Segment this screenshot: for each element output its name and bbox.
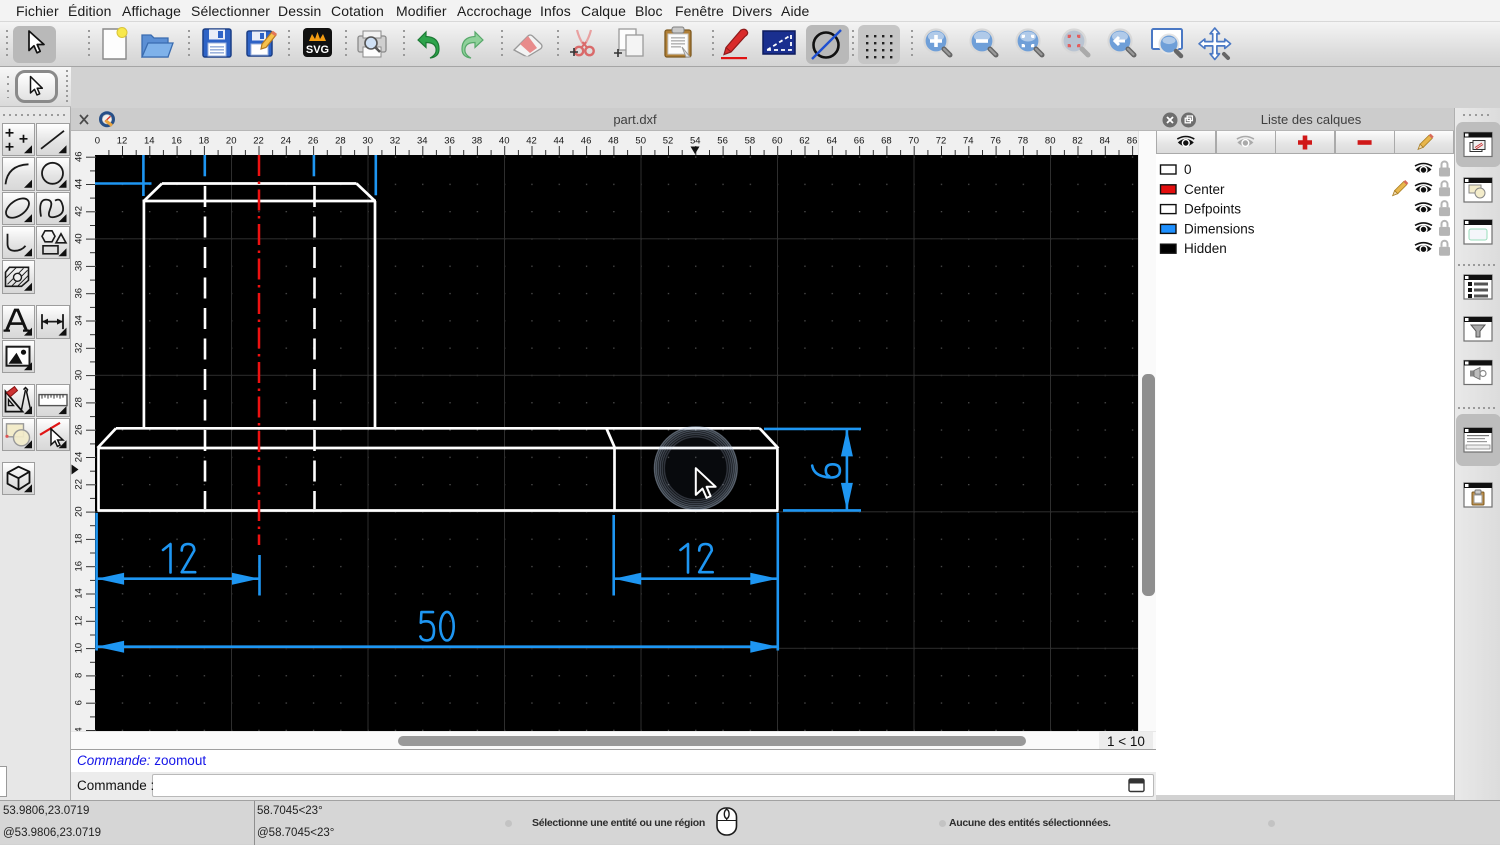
svg-text:36: 36 — [74, 288, 85, 299]
svg-text:62: 62 — [799, 136, 810, 147]
svg-text:32: 32 — [74, 343, 85, 354]
svg-text:48: 48 — [608, 136, 619, 147]
svg-text:50: 50 — [635, 136, 646, 147]
svg-text:12: 12 — [74, 616, 85, 627]
svg-text:46: 46 — [581, 136, 592, 147]
svg-text:64: 64 — [827, 136, 838, 147]
svg-text:42: 42 — [526, 136, 537, 147]
svg-text:Hidden: Hidden — [1184, 241, 1227, 256]
svg-text:82: 82 — [1072, 136, 1083, 147]
svg-text:56: 56 — [717, 136, 728, 147]
svg-text:58: 58 — [745, 136, 756, 147]
svg-text:26: 26 — [74, 424, 85, 435]
svg-text:24: 24 — [74, 452, 85, 463]
svg-text:30: 30 — [362, 136, 373, 147]
svg-text:44: 44 — [554, 136, 565, 147]
svg-text:40: 40 — [499, 136, 510, 147]
svg-text:46: 46 — [74, 151, 85, 162]
svg-text:6: 6 — [74, 700, 85, 705]
svg-text:14: 14 — [74, 588, 85, 599]
svg-text:68: 68 — [881, 136, 892, 147]
svg-text:10: 10 — [95, 136, 100, 147]
svg-text:32: 32 — [390, 136, 401, 147]
svg-text:18: 18 — [199, 136, 210, 147]
svg-text:12: 12 — [117, 136, 128, 147]
svg-text:0: 0 — [1184, 162, 1192, 177]
svg-text:Defpoints: Defpoints — [1184, 202, 1241, 217]
svg-text:22: 22 — [74, 479, 85, 490]
svg-text:76: 76 — [990, 136, 1001, 147]
svg-text:86: 86 — [1127, 136, 1138, 147]
svg-text:44: 44 — [74, 179, 85, 190]
svg-text:36: 36 — [444, 136, 455, 147]
svg-text:20: 20 — [226, 136, 237, 147]
svg-text:Center: Center — [1184, 182, 1225, 197]
svg-text:16: 16 — [171, 136, 182, 147]
svg-text:22: 22 — [253, 136, 264, 147]
svg-text:38: 38 — [74, 261, 85, 272]
svg-text:26: 26 — [308, 136, 319, 147]
svg-text:14: 14 — [144, 136, 155, 147]
svg-text:34: 34 — [417, 136, 428, 147]
svg-text:52: 52 — [663, 136, 674, 147]
svg-text:8: 8 — [74, 673, 85, 678]
svg-text:16: 16 — [74, 561, 85, 572]
svg-text:78: 78 — [1018, 136, 1029, 147]
svg-text:Dimensions: Dimensions — [1184, 221, 1255, 236]
svg-text:54: 54 — [690, 136, 701, 147]
svg-text:80: 80 — [1045, 136, 1056, 147]
svg-text:40: 40 — [74, 233, 85, 244]
svg-text:30: 30 — [74, 370, 85, 381]
svg-text:28: 28 — [335, 136, 346, 147]
svg-text:84: 84 — [1100, 136, 1111, 147]
svg-text:42: 42 — [74, 206, 85, 217]
svg-text:72: 72 — [936, 136, 947, 147]
svg-text:38: 38 — [472, 136, 483, 147]
svg-text:SVG: SVG — [306, 44, 329, 56]
svg-text:70: 70 — [908, 136, 919, 147]
svg-text:18: 18 — [74, 534, 85, 545]
svg-text:10: 10 — [74, 643, 85, 654]
svg-text:74: 74 — [963, 136, 974, 147]
svg-text:20: 20 — [74, 506, 85, 517]
svg-text:24: 24 — [281, 136, 292, 147]
svg-text:60: 60 — [772, 136, 783, 147]
svg-text:66: 66 — [854, 136, 865, 147]
svg-text:28: 28 — [74, 397, 85, 408]
svg-text:34: 34 — [74, 315, 85, 326]
